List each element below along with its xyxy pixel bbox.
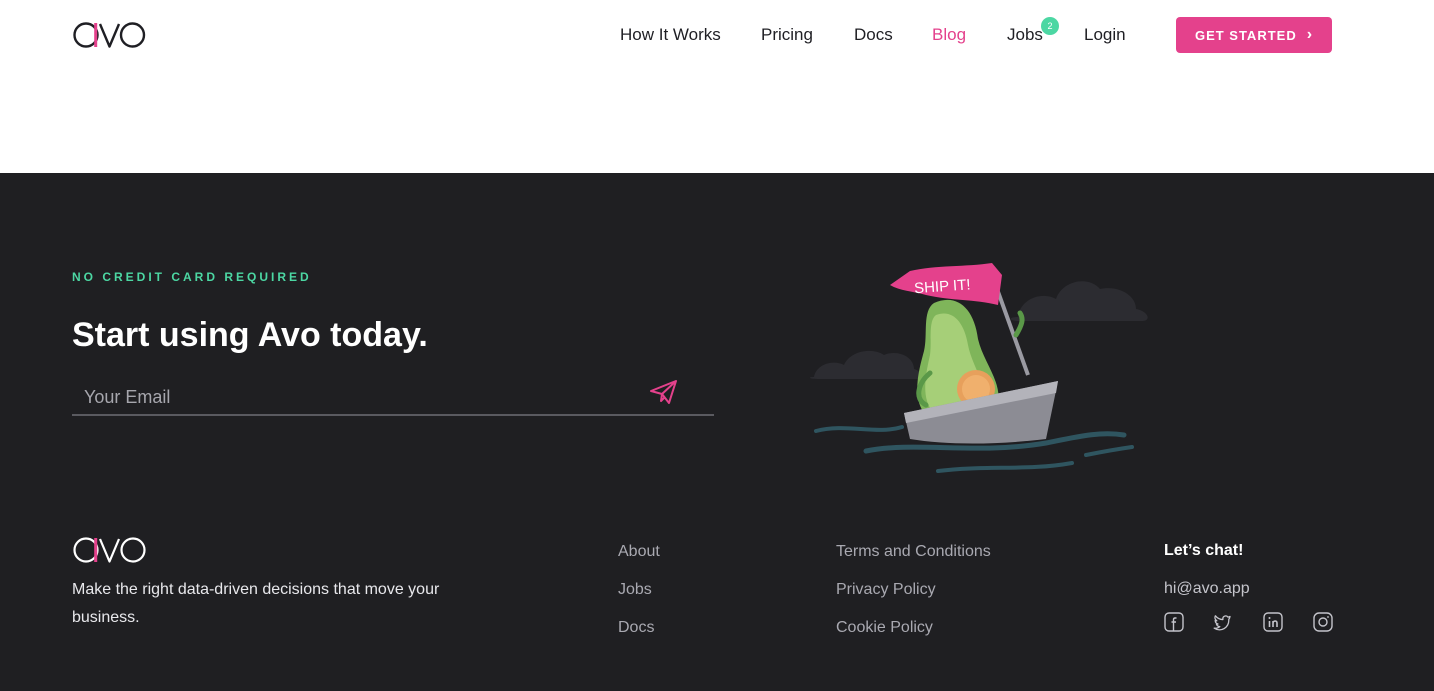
contact-title: Let’s chat! [1164,542,1244,559]
contact-email-link[interactable]: hi@avo.app [1164,580,1250,598]
email-input[interactable] [84,384,644,410]
signup-headline: Start using Avo today. [72,316,428,354]
ship-it-illustration: SHIP IT! [806,255,1154,481]
footer-link-docs[interactable]: Docs [618,618,654,638]
footer-link-privacy[interactable]: Privacy Policy [836,580,936,600]
avo-logo[interactable] [72,21,146,49]
jobs-count-badge: 2 [1041,17,1059,35]
nav-how-it-works[interactable]: How It Works [620,24,721,46]
footer-link-about[interactable]: About [618,542,660,562]
footer-link-cookie[interactable]: Cookie Policy [836,618,933,638]
get-started-label: GET STARTED [1194,27,1297,43]
avocado-boat-icon: SHIP IT! [809,263,1148,473]
submit-email-button[interactable] [648,377,680,407]
eyebrow-text: NO CREDIT CARD REQUIRED [72,270,312,284]
paper-plane-icon [650,380,677,404]
get-started-button[interactable]: GET STARTED › [1176,17,1332,53]
facebook-icon[interactable] [1164,612,1184,632]
instagram-icon[interactable] [1313,612,1333,632]
nav-pricing[interactable]: Pricing [761,24,813,46]
nav-login[interactable]: Login [1084,24,1126,46]
nav-docs[interactable]: Docs [854,24,893,46]
footer-avo-logo[interactable] [72,536,148,564]
footer-tagline: Make the right data-driven decisions tha… [72,581,440,626]
signup-footer-section: NO CREDIT CARD REQUIRED Start using Avo … [0,173,1434,691]
site-header: How It Works Pricing Docs Blog Jobs 2 Lo… [0,0,1434,173]
nav-blog[interactable]: Blog [932,24,966,46]
chevron-right-icon: › [1306,26,1314,43]
linkedin-icon[interactable] [1263,612,1283,632]
nav-jobs[interactable]: Jobs [1007,24,1043,46]
footer-link-terms[interactable]: Terms and Conditions [836,542,991,562]
footer-link-jobs[interactable]: Jobs [618,580,652,600]
avo-logo-white-icon [73,537,146,563]
twitter-icon[interactable] [1212,612,1232,632]
avo-logo-icon [73,22,146,48]
email-signup-form [72,376,714,416]
